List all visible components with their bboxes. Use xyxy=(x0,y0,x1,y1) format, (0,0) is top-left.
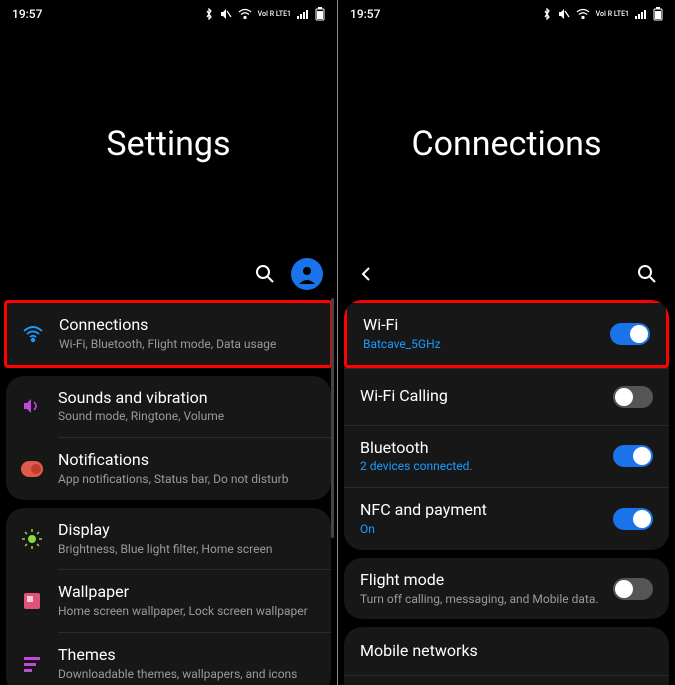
wifi-status-icon xyxy=(576,8,590,20)
item-title: Notifications xyxy=(58,450,315,471)
item-title: Mobile networks xyxy=(360,641,653,662)
item-title: Connections xyxy=(59,315,314,336)
wifi-icon xyxy=(21,322,45,346)
battery-icon xyxy=(315,7,325,21)
item-sub: Batcave_5GHz xyxy=(363,336,610,353)
settings-item-connections[interactable]: Connections Wi-Fi, Bluetooth, Flight mod… xyxy=(7,303,330,365)
item-sub: Brightness, Blue light filter, Home scre… xyxy=(58,541,315,558)
back-button[interactable] xyxy=(352,260,380,288)
connections-item-nfc[interactable]: NFC and payment On xyxy=(344,488,669,550)
item-title: NFC and payment xyxy=(360,500,613,521)
status-icons: VoI R LTE1 xyxy=(204,7,325,21)
status-time: 19:57 xyxy=(350,7,380,21)
item-title: Sounds and vibration xyxy=(58,388,315,409)
settings-item-display[interactable]: Display Brightness, Blue light filter, H… xyxy=(6,508,331,570)
network-label: VoI R LTE1 xyxy=(596,11,629,18)
network-label: VoI R LTE1 xyxy=(258,11,291,18)
sound-icon xyxy=(20,394,44,418)
item-sub: Home screen wallpaper, Lock screen wallp… xyxy=(58,603,315,620)
item-title: Flight mode xyxy=(360,570,613,591)
connections-item-wifi-calling[interactable]: Wi-Fi Calling xyxy=(344,369,669,425)
item-title: Wallpaper xyxy=(58,582,315,603)
connections-group-networks: Mobile networks Data usage xyxy=(344,627,669,685)
search-icon xyxy=(255,264,275,284)
item-sub: 2 devices connected. xyxy=(360,458,613,475)
account-button[interactable] xyxy=(291,258,323,290)
settings-group-connections: Connections Wi-Fi, Bluetooth, Flight mod… xyxy=(4,300,333,368)
connections-item-wifi[interactable]: Wi-Fi Batcave_5GHz xyxy=(347,303,666,365)
item-title: Wi-Fi xyxy=(363,315,610,336)
flight-mode-toggle[interactable] xyxy=(613,578,653,600)
settings-item-notifications[interactable]: Notifications App notifications, Status … xyxy=(6,438,331,500)
item-sub: On xyxy=(360,521,613,538)
item-sub: Wi-Fi, Bluetooth, Flight mode, Data usag… xyxy=(59,336,314,353)
nfc-toggle[interactable] xyxy=(613,508,653,530)
connections-item-data-usage[interactable]: Data usage xyxy=(344,676,669,685)
item-sub: Downloadable themes, wallpapers, and ico… xyxy=(58,666,315,683)
item-title: Wi-Fi Calling xyxy=(360,386,613,407)
item-sub: Turn off calling, messaging, and Mobile … xyxy=(360,591,613,608)
mute-icon xyxy=(220,8,232,20)
wifi-toggle[interactable] xyxy=(610,323,650,345)
search-button[interactable] xyxy=(251,260,279,288)
settings-group-sound: Sounds and vibration Sound mode, Rington… xyxy=(6,376,331,500)
search-button[interactable] xyxy=(633,260,661,288)
toolbar xyxy=(0,254,337,294)
item-sub: Sound mode, Ringtone, Volume xyxy=(58,408,315,425)
connections-item-mobile-networks[interactable]: Mobile networks xyxy=(344,627,669,675)
item-sub: App notifications, Status bar, Do not di… xyxy=(58,471,315,488)
page-title: Connections xyxy=(338,124,675,164)
connections-group-wireless: Wi-Fi Batcave_5GHz Wi-Fi Calling Bluetoo… xyxy=(344,300,669,550)
mute-icon xyxy=(558,8,570,20)
connections-screen: 19:57 VoI R LTE1 Connections Wi-Fi Batca… xyxy=(338,0,675,685)
item-title: Bluetooth xyxy=(360,438,613,459)
signal-icon xyxy=(635,8,647,20)
bluetooth-icon xyxy=(542,8,552,20)
settings-group-display: Display Brightness, Blue light filter, H… xyxy=(6,508,331,685)
wallpaper-icon xyxy=(20,589,44,613)
scrollbar[interactable] xyxy=(331,298,334,538)
status-icons: VoI R LTE1 xyxy=(542,7,663,21)
bluetooth-toggle[interactable] xyxy=(613,445,653,467)
battery-icon xyxy=(653,7,663,21)
item-title: Display xyxy=(58,520,315,541)
settings-item-wallpaper[interactable]: Wallpaper Home screen wallpaper, Lock sc… xyxy=(6,570,331,632)
person-icon xyxy=(297,264,317,284)
settings-item-themes[interactable]: Themes Downloadable themes, wallpapers, … xyxy=(6,633,331,685)
themes-icon xyxy=(20,652,44,676)
notification-icon xyxy=(20,457,44,481)
status-time: 19:57 xyxy=(12,7,42,21)
chevron-left-icon xyxy=(357,265,375,283)
connections-item-flight-mode[interactable]: Flight mode Turn off calling, messaging,… xyxy=(344,558,669,620)
page-title: Settings xyxy=(0,124,337,164)
display-icon xyxy=(20,527,44,551)
connections-group-flight: Flight mode Turn off calling, messaging,… xyxy=(344,558,669,620)
status-bar: 19:57 VoI R LTE1 xyxy=(0,0,337,24)
signal-icon xyxy=(297,8,309,20)
connections-item-bluetooth[interactable]: Bluetooth 2 devices connected. xyxy=(344,426,669,488)
item-title: Themes xyxy=(58,645,315,666)
settings-item-sound[interactable]: Sounds and vibration Sound mode, Rington… xyxy=(6,376,331,438)
wifi-status-icon xyxy=(238,8,252,20)
toolbar xyxy=(338,254,675,294)
status-bar: 19:57 VoI R LTE1 xyxy=(338,0,675,24)
settings-screen: 19:57 VoI R LTE1 Settings Connections W xyxy=(0,0,337,685)
wifi-calling-toggle[interactable] xyxy=(613,386,653,408)
search-icon xyxy=(637,264,657,284)
bluetooth-icon xyxy=(204,8,214,20)
